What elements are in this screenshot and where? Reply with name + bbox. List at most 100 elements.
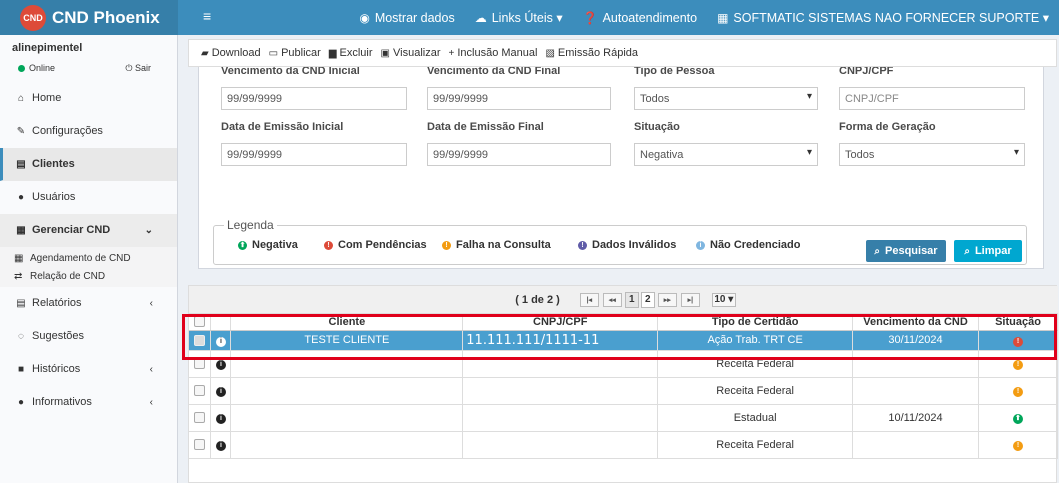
table-row[interactable]: i Estadual 10/11/2024 ⬆	[189, 404, 1059, 432]
info-icon[interactable]: i	[215, 360, 226, 370]
cell-cnpj	[462, 431, 659, 459]
first-page-button[interactable]: |◂	[579, 292, 599, 307]
header-cliente[interactable]: Cliente	[230, 314, 464, 331]
venc-fim-input[interactable]: 99/99/9999	[427, 87, 611, 110]
logout-label: Sair	[134, 63, 151, 73]
logout-link[interactable]: ⏻ Sair	[125, 63, 151, 74]
toolbar-trash-button[interactable]: ▆ Excluir	[329, 47, 373, 59]
topnav-item[interactable]: ☁ Links Úteis ▾	[465, 10, 573, 26]
legend-label: Falha na Consulta	[456, 239, 551, 251]
venc-ini-input[interactable]: 99/99/9999	[221, 87, 407, 110]
download-icon: ▰	[201, 47, 209, 59]
header-blank	[210, 314, 232, 331]
topnav-item[interactable]: ❓ Autoatendimento	[573, 11, 707, 25]
toolbar-label: Excluir	[339, 47, 373, 59]
sidebar-item-informativos[interactable]: ● Informativos ‹	[0, 386, 177, 419]
table-row[interactable]: i Receita Federal !	[189, 377, 1059, 405]
info-icon[interactable]: i	[215, 387, 226, 397]
status-icon: ⬆	[1012, 414, 1023, 424]
sidebar-item-histricos[interactable]: ■ Históricos ‹	[0, 353, 177, 386]
sidebar-item-sugestes[interactable]: ◌ Sugestões	[0, 320, 177, 353]
status-icon: !	[1012, 387, 1023, 397]
row-checkbox[interactable]	[194, 334, 206, 346]
cell-tipo: Receita Federal	[657, 431, 854, 459]
header-situacao[interactable]: Situação	[978, 314, 1059, 331]
legend-label: Não Credenciado	[710, 239, 801, 251]
emis-fim-input[interactable]: 99/99/9999	[427, 143, 611, 166]
sidebar-item-home[interactable]: ⌂ Home	[0, 82, 177, 115]
results-table: Cliente CNPJ/CPF Tipo de Certidão Vencim…	[189, 314, 1059, 459]
last-page-button[interactable]: ▸|	[680, 292, 700, 307]
menu-toggle-icon[interactable]: ≡	[203, 8, 211, 24]
toolbar-label: Publicar	[281, 47, 321, 59]
search-icon: ⌕	[964, 245, 970, 257]
tipo-pessoa-select[interactable]: Todos	[634, 87, 818, 110]
page-2-button[interactable]: 2	[640, 291, 655, 308]
chevron-icon: ‹	[149, 396, 153, 408]
row-checkbox[interactable]	[194, 385, 206, 397]
fast-icon: ▧	[545, 47, 555, 59]
table-row[interactable]: i Receita Federal !	[189, 350, 1059, 378]
brand-name: CND Phoenix	[52, 7, 160, 27]
page-size-select[interactable]: 10 ▾	[711, 292, 736, 307]
sidebar-item-usurios[interactable]: ● Usuários	[0, 181, 177, 214]
row-checkbox[interactable]	[194, 358, 206, 370]
prev-page-button[interactable]: ◂◂	[602, 292, 622, 307]
chevron-icon: ⌄	[144, 224, 153, 236]
toolbar-plus-button[interactable]: + Inclusão Manual	[449, 47, 538, 59]
page-1-button[interactable]: 1	[624, 291, 639, 308]
sidebar-item-clientes[interactable]: ▤ Clientes	[0, 148, 177, 181]
cell-cnpj	[462, 350, 659, 378]
status-dot-icon: ⬆	[238, 240, 247, 250]
toolbar-fast-button[interactable]: ▧ Emissão Rápida	[545, 47, 638, 59]
sidebar-item-gerenciarcnd[interactable]: ▦ Gerenciar CND ⌄	[0, 214, 177, 247]
sidebar-subitem[interactable]: ⇄ Relação de CND	[0, 267, 177, 285]
chevron-icon: ‹	[149, 363, 153, 375]
username: alinepimentel	[12, 42, 83, 54]
header-tipo[interactable]: Tipo de Certidão	[657, 314, 854, 331]
row-checkbox[interactable]	[194, 439, 206, 451]
toolbar-download-button[interactable]: ▰ Download	[201, 47, 261, 59]
info-icon[interactable]: i	[215, 336, 226, 347]
cell-tipo: Receita Federal	[657, 350, 854, 378]
main-content: Vencimento da CND Inicial 99/99/9999 Ven…	[178, 35, 1059, 483]
legend-label: Dados Inválidos	[592, 239, 677, 251]
table-row[interactable]: i Receita Federal !	[189, 431, 1059, 459]
situacao-select[interactable]: Negativa	[634, 143, 818, 166]
sidebar-item-relatrios[interactable]: ▤ Relatórios ‹	[0, 287, 177, 320]
select-all-checkbox[interactable]	[194, 316, 206, 328]
emis-ini-input[interactable]: 99/99/9999	[221, 143, 407, 166]
forma-select[interactable]: Todos	[839, 143, 1025, 166]
toolbar-view-button[interactable]: ▣ Visualizar	[381, 47, 441, 59]
cell-vencimento	[852, 377, 979, 405]
row-checkbox[interactable]	[194, 412, 206, 424]
search-button-label: Pesquisar	[885, 245, 938, 257]
sidebar-item-label: Informativos	[32, 396, 92, 408]
info-icon[interactable]: i	[215, 414, 226, 424]
header-vencimento[interactable]: Vencimento da CND	[852, 314, 979, 331]
sidebar-item-label: Relatórios	[32, 297, 82, 309]
topnav-item[interactable]: ◉ Mostrar dados	[349, 11, 464, 25]
next-page-button[interactable]: ▸▸	[657, 292, 677, 307]
header-cnpj[interactable]: CNPJ/CPF	[462, 314, 659, 331]
toolbar-publish-button[interactable]: ▭ Publicar	[269, 47, 321, 59]
row-info-cell: i	[210, 431, 232, 459]
search-button[interactable]: ⌕ Pesquisar	[866, 240, 946, 262]
legend-item: ! Dados Inválidos	[578, 239, 676, 251]
sidebar-subitem[interactable]: ▦ Agendamento de CND	[0, 249, 177, 267]
info-icon[interactable]: i	[215, 441, 226, 451]
row-info-cell: i	[210, 330, 232, 351]
clear-button-label: Limpar	[974, 245, 1012, 257]
cell-cnpj: 11.111.111/1111-11	[462, 330, 659, 351]
topnav-item[interactable]: ▦ SOFTMATIC SISTEMAS NAO FORNECER SUPORTE…	[707, 10, 1059, 26]
brand-logo[interactable]: CND CND Phoenix	[0, 0, 178, 35]
forma-value: Todos	[845, 148, 875, 161]
clear-button[interactable]: ⌕ Limpar	[954, 240, 1022, 262]
cnpj-input[interactable]: CNPJ/CPF	[839, 87, 1025, 110]
table-row[interactable]: i TESTE CLIENTE 11.111.111/1111-11 Ação …	[189, 330, 1059, 351]
sidebar-item-configuraes[interactable]: ✎ Configurações	[0, 115, 177, 148]
legend-label: Negativa	[252, 239, 298, 251]
cell-cnpj	[462, 377, 659, 405]
toolbar-label: Download	[211, 47, 261, 59]
status-dot-icon: !	[324, 240, 333, 250]
